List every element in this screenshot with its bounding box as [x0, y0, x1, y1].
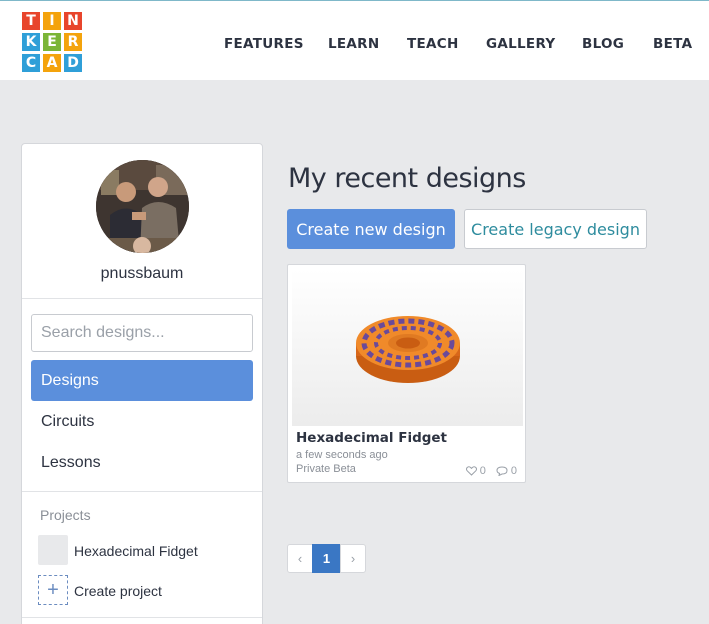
- prev-page-button[interactable]: ‹: [287, 544, 313, 573]
- divider: [22, 491, 262, 492]
- logo-tile: T: [22, 12, 40, 30]
- divider: [22, 617, 262, 618]
- heart-icon[interactable]: [465, 466, 477, 476]
- avatar-photo: [96, 160, 189, 253]
- username: pnussbaum: [100, 265, 184, 282]
- comment-icon[interactable]: [496, 466, 508, 476]
- logo-tile: I: [43, 12, 61, 30]
- design-stats: 0 0: [465, 465, 517, 477]
- design-timestamp: a few seconds ago: [296, 449, 388, 461]
- sidebar: pnussbaum Designs Circuits Lessons Proje…: [21, 143, 263, 624]
- sidebar-item-designs[interactable]: Designs: [31, 360, 253, 401]
- logo-tile: K: [22, 33, 40, 51]
- sidebar-item-circuits[interactable]: Circuits: [31, 401, 253, 442]
- pagination: ‹ 1 ›: [287, 544, 366, 573]
- projects-heading: Projects: [40, 507, 91, 523]
- project-thumbnail[interactable]: [38, 535, 68, 565]
- nav-gallery[interactable]: GALLERY: [486, 36, 556, 52]
- logo-tile: N: [64, 12, 82, 30]
- next-page-button[interactable]: ›: [340, 544, 366, 573]
- comment-count: 0: [510, 465, 517, 477]
- avatar[interactable]: [96, 160, 189, 253]
- page-number[interactable]: 1: [312, 544, 341, 573]
- create-legacy-design-button[interactable]: Create legacy design: [464, 209, 647, 249]
- logo-tile: D: [64, 54, 82, 72]
- plus-icon[interactable]: +: [38, 575, 68, 605]
- nav-features[interactable]: FEATURES: [224, 36, 304, 52]
- fidget-model-image: [356, 316, 460, 383]
- design-card[interactable]: Hexadecimal Fidget a few seconds ago Pri…: [287, 264, 526, 483]
- sidebar-item-lessons[interactable]: Lessons: [31, 442, 253, 483]
- create-project-link[interactable]: Create project: [74, 583, 162, 599]
- logo-tile: C: [22, 54, 40, 72]
- design-status: Private Beta: [296, 463, 356, 475]
- divider: [22, 298, 262, 299]
- design-title[interactable]: Hexadecimal Fidget: [296, 430, 447, 446]
- like-count: 0: [479, 465, 486, 477]
- nav-beta[interactable]: BETA: [653, 36, 692, 52]
- top-bar: T I N K E R C A D FEATURES LEARN TEACH G…: [0, 0, 709, 80]
- logo-tile: E: [43, 33, 61, 51]
- logo-tile: A: [43, 54, 61, 72]
- nav-learn[interactable]: LEARN: [328, 36, 379, 52]
- tinkercad-logo[interactable]: T I N K E R C A D: [22, 12, 82, 72]
- project-item[interactable]: Hexadecimal Fidget: [74, 543, 198, 559]
- create-new-design-button[interactable]: Create new design: [287, 209, 455, 249]
- search-input[interactable]: [31, 314, 253, 352]
- page-title: My recent designs: [288, 163, 526, 194]
- design-thumbnail[interactable]: [292, 269, 523, 426]
- logo-tile: R: [64, 33, 82, 51]
- nav-blog[interactable]: BLOG: [582, 36, 624, 52]
- nav-teach[interactable]: TEACH: [407, 36, 459, 52]
